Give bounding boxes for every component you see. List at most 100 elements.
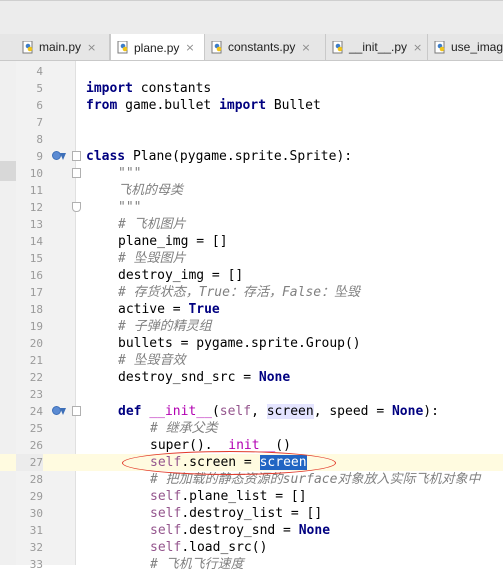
code-line: 31 self.destroy_snd = None: [0, 522, 503, 539]
code-line: 18 active = True: [0, 301, 503, 318]
code-text: self.destroy_list = []: [150, 506, 323, 521]
code-line: 21 # 坠毁音效: [0, 352, 503, 369]
code-editor[interactable]: 4 5 import constants 6 from game.bullet …: [0, 61, 503, 572]
code-line: 11 飞机的母类: [0, 182, 503, 199]
code-line: 10 """: [0, 165, 503, 182]
code-text: self.load_src(): [150, 540, 268, 555]
annotation-ellipse: [122, 451, 336, 475]
line-number: 21: [29, 354, 43, 367]
comment: # 继承父类: [150, 421, 218, 436]
code-line: 8: [0, 131, 503, 148]
code-line: 25 # 继承父类: [0, 420, 503, 437]
code-text: plane_img = []: [118, 234, 228, 249]
fold-marker-icon[interactable]: [72, 168, 81, 178]
line-number: 16: [29, 269, 43, 282]
code-text: self.plane_list = []: [150, 489, 307, 504]
fold-marker-icon[interactable]: [72, 151, 81, 161]
line-number: 10: [29, 167, 43, 180]
code-line: 14 plane_img = []: [0, 233, 503, 250]
python-file-icon: [211, 40, 224, 54]
line-number: 12: [29, 201, 43, 214]
fold-marker-icon[interactable]: [72, 202, 81, 212]
line-number: 20: [29, 337, 43, 350]
editor-tab-bar: main.py × plane.py × constants.py × __in…: [0, 34, 503, 61]
code-line: 29 self.plane_list = []: [0, 488, 503, 505]
line-number: 13: [29, 218, 43, 231]
code-line: 17 # 存货状态，True：存活，False：坠毁: [0, 284, 503, 301]
line-number: 31: [29, 524, 43, 537]
line-number: 32: [29, 541, 43, 554]
code-text: active = True: [118, 302, 220, 317]
top-border: [0, 0, 503, 1]
docstring: 飞机的母类: [118, 183, 184, 198]
code-text: destroy_snd_src = None: [118, 370, 291, 385]
line-number: 19: [29, 320, 43, 333]
tab-label: use_imag: [451, 40, 503, 54]
code-line: 23: [0, 386, 503, 403]
implements-arrow-icon[interactable]: [52, 406, 66, 417]
code-line: 7: [0, 114, 503, 131]
tab-label: __init__.py: [349, 40, 408, 54]
implements-arrow-icon[interactable]: [52, 151, 66, 162]
code-line: 5 import constants: [0, 80, 503, 97]
python-file-icon: [332, 40, 345, 54]
line-number: 7: [36, 116, 43, 129]
code-text: bullets = pygame.sprite.Group(): [118, 336, 361, 351]
python-file-icon: [434, 40, 447, 54]
code-line: 15 # 坠毁图片: [0, 250, 503, 267]
line-number: 18: [29, 303, 43, 316]
comment: # 存货状态，True：存活，False：坠毁: [118, 285, 361, 300]
comment: # 飞机图片: [118, 217, 186, 232]
line-number: 5: [36, 82, 43, 95]
line-number: 15: [29, 252, 43, 265]
window-top-strip: [0, 0, 503, 34]
tab-use-image[interactable]: use_imag: [428, 34, 503, 60]
line-number: 9: [36, 150, 43, 163]
code-text: import constants: [86, 81, 212, 96]
tab-label: main.py: [39, 40, 82, 54]
line-number: 6: [36, 99, 43, 112]
close-icon[interactable]: ×: [87, 41, 96, 54]
tab-plane-py[interactable]: plane.py ×: [110, 34, 205, 60]
line-number: 28: [29, 473, 43, 486]
line-number: 8: [36, 133, 43, 146]
comment: # 子弹的精灵组: [118, 319, 212, 334]
docstring: """: [118, 166, 142, 181]
code-line: 30 self.destroy_list = []: [0, 505, 503, 522]
line-number: 29: [29, 490, 43, 503]
code-line: 16 destroy_img = []: [0, 267, 503, 284]
code-text: destroy_img = []: [118, 268, 244, 283]
line-number: 14: [29, 235, 43, 248]
line-number: 25: [29, 422, 43, 435]
docstring: """: [118, 200, 142, 215]
code-line: 22 destroy_snd_src = None: [0, 369, 503, 386]
code-text: from game.bullet import Bullet: [86, 98, 321, 113]
python-file-icon: [22, 40, 35, 54]
code-line: 32 self.load_src(): [0, 539, 503, 556]
code-line: 24 def __init__(self, screen, speed = No…: [0, 403, 503, 420]
line-number: 22: [29, 371, 43, 384]
code-line: 9 class Plane(pygame.sprite.Sprite):: [0, 148, 503, 165]
fold-marker-icon[interactable]: [72, 406, 81, 416]
line-number: 17: [29, 286, 43, 299]
line-number: 4: [36, 65, 43, 78]
line-number: 30: [29, 507, 43, 520]
tab-label: plane.py: [134, 40, 180, 55]
comment: # 坠毁图片: [118, 251, 186, 266]
close-icon[interactable]: ×: [301, 41, 310, 54]
code-line: 13 # 飞机图片: [0, 216, 503, 233]
tab-constants-py[interactable]: constants.py ×: [205, 34, 326, 60]
line-number: 11: [29, 184, 43, 197]
tab-main-py[interactable]: main.py ×: [16, 34, 110, 60]
close-icon[interactable]: ×: [413, 41, 422, 54]
code-line: 12 """: [0, 199, 503, 216]
tab-label: constants.py: [228, 40, 296, 54]
python-file-icon: [117, 40, 130, 54]
line-number: 26: [29, 439, 43, 452]
code-line: 6 from game.bullet import Bullet: [0, 97, 503, 114]
code-line: 20 bullets = pygame.sprite.Group(): [0, 335, 503, 352]
tab-init-py[interactable]: __init__.py ×: [326, 34, 428, 60]
code-text: class Plane(pygame.sprite.Sprite):: [86, 149, 353, 164]
close-icon[interactable]: ×: [185, 41, 194, 54]
line-number: 24: [29, 405, 43, 418]
